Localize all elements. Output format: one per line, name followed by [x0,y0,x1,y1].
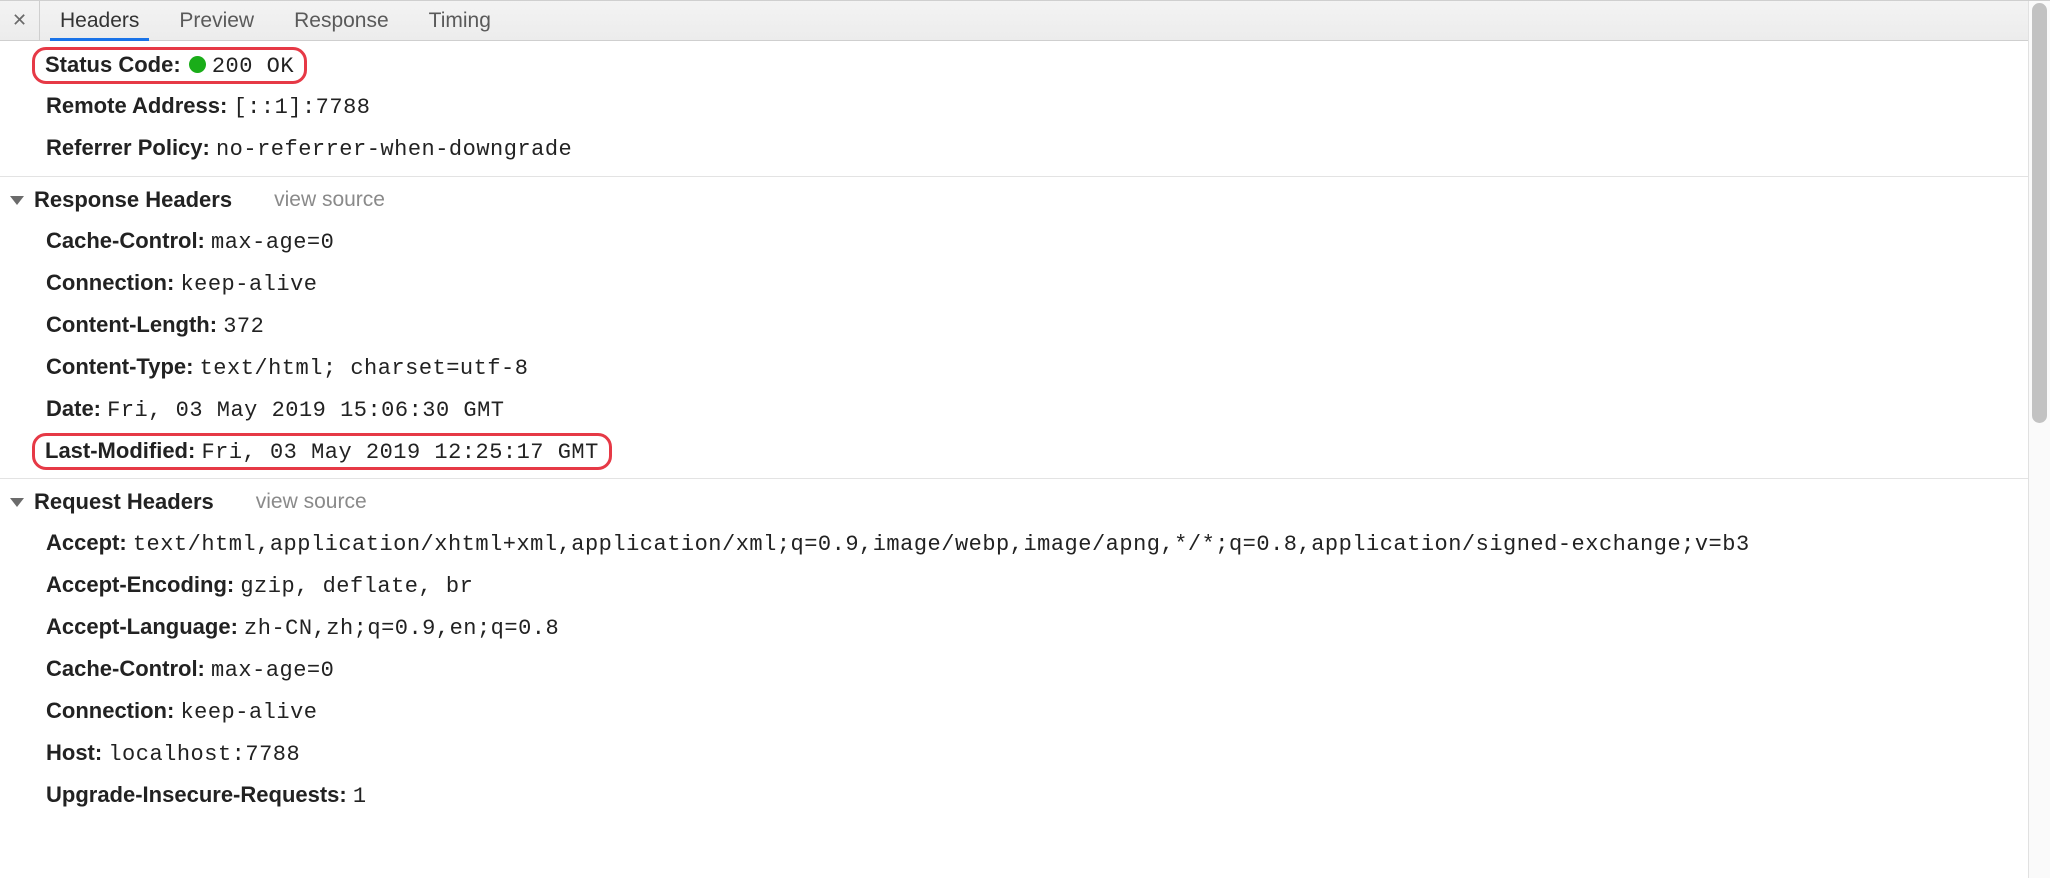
resp-cache-control: Cache-Control: max-age=0 [0,221,2028,263]
remote-address-value: [::1]:7788 [233,95,370,120]
resp-cache-control-value: max-age=0 [211,230,334,255]
highlight-status: Status Code: 200 OK [32,47,307,84]
req-connection: Connection: keep-alive [0,691,2028,733]
resp-last-modified-label: Last-Modified: [45,438,195,463]
resp-date: Date: Fri, 03 May 2019 15:06:30 GMT [0,389,2028,431]
req-upgrade-insecure-label: Upgrade-Insecure-Requests: [46,782,347,807]
scrollbar-thumb[interactable] [2032,3,2047,423]
request-headers-section[interactable]: Request Headers view source [0,478,2028,523]
response-view-source[interactable]: view source [274,188,385,212]
referrer-policy-row: Referrer Policy: no-referrer-when-downgr… [0,128,2028,170]
response-headers-title: Response Headers [34,187,232,213]
status-code-label: Status Code: [45,52,181,77]
req-cache-control: Cache-Control: max-age=0 [0,649,2028,691]
resp-content-length-label: Content-Length: [46,312,217,337]
resp-connection: Connection: keep-alive [0,263,2028,305]
vertical-scrollbar[interactable] [2028,1,2050,878]
remote-address-label: Remote Address: [46,93,227,118]
req-upgrade-insecure-value: 1 [353,784,367,809]
resp-content-type-label: Content-Type: [46,354,193,379]
req-accept-value: text/html,application/xhtml+xml,applicat… [133,532,1750,557]
req-cache-control-value: max-age=0 [211,658,334,683]
resp-content-type: Content-Type: text/html; charset=utf-8 [0,347,2028,389]
resp-date-label: Date: [46,396,101,421]
status-dot-icon [189,56,206,73]
status-code-row: Status Code: 200 OK [0,45,2028,86]
req-accept-encoding-value: gzip, deflate, br [240,574,473,599]
req-accept-encoding-label: Accept-Encoding: [46,572,234,597]
resp-content-length: Content-Length: 372 [0,305,2028,347]
tab-preview[interactable]: Preview [159,1,274,40]
tab-headers[interactable]: Headers [40,1,159,40]
resp-last-modified: Last-Modified: Fri, 03 May 2019 12:25:17… [0,431,2028,472]
status-code-value: 200 OK [212,54,294,79]
tab-timing[interactable]: Timing [409,1,511,40]
req-accept-language-label: Accept-Language: [46,614,238,639]
req-accept-language: Accept-Language: zh-CN,zh;q=0.9,en;q=0.8 [0,607,2028,649]
headers-pane: Status Code: 200 OK Remote Address: [::1… [0,41,2028,817]
req-accept-label: Accept: [46,530,127,555]
resp-connection-value: keep-alive [180,272,317,297]
request-view-source[interactable]: view source [256,490,367,514]
req-accept-encoding: Accept-Encoding: gzip, deflate, br [0,565,2028,607]
referrer-policy-label: Referrer Policy: [46,135,210,160]
req-accept: Accept: text/html,application/xhtml+xml,… [0,523,2028,565]
resp-connection-label: Connection: [46,270,174,295]
referrer-policy-value: no-referrer-when-downgrade [216,137,572,162]
detail-tabbar: ✕ Headers Preview Response Timing [0,1,2028,41]
request-headers-title: Request Headers [34,489,214,515]
remote-address-row: Remote Address: [::1]:7788 [0,86,2028,128]
response-headers-section[interactable]: Response Headers view source [0,176,2028,221]
req-cache-control-label: Cache-Control: [46,656,205,681]
content-column: ✕ Headers Preview Response Timing Status… [0,1,2028,878]
req-connection-value: keep-alive [180,700,317,725]
chevron-down-icon [10,498,24,507]
chevron-down-icon [10,196,24,205]
resp-cache-control-label: Cache-Control: [46,228,205,253]
close-icon[interactable]: ✕ [0,1,40,40]
resp-last-modified-value: Fri, 03 May 2019 12:25:17 GMT [201,440,598,465]
req-host-label: Host: [46,740,102,765]
resp-content-length-value: 372 [223,314,264,339]
req-connection-label: Connection: [46,698,174,723]
resp-date-value: Fri, 03 May 2019 15:06:30 GMT [107,398,504,423]
req-accept-language-value: zh-CN,zh;q=0.9,en;q=0.8 [244,616,559,641]
devtools-headers-panel: ✕ Headers Preview Response Timing Status… [0,0,2050,878]
req-upgrade-insecure: Upgrade-Insecure-Requests: 1 [0,775,2028,817]
tab-response[interactable]: Response [274,1,409,40]
req-host: Host: localhost:7788 [0,733,2028,775]
highlight-last-modified: Last-Modified: Fri, 03 May 2019 12:25:17… [32,433,612,470]
req-host-value: localhost:7788 [108,742,300,767]
resp-content-type-value: text/html; charset=utf-8 [200,356,529,381]
